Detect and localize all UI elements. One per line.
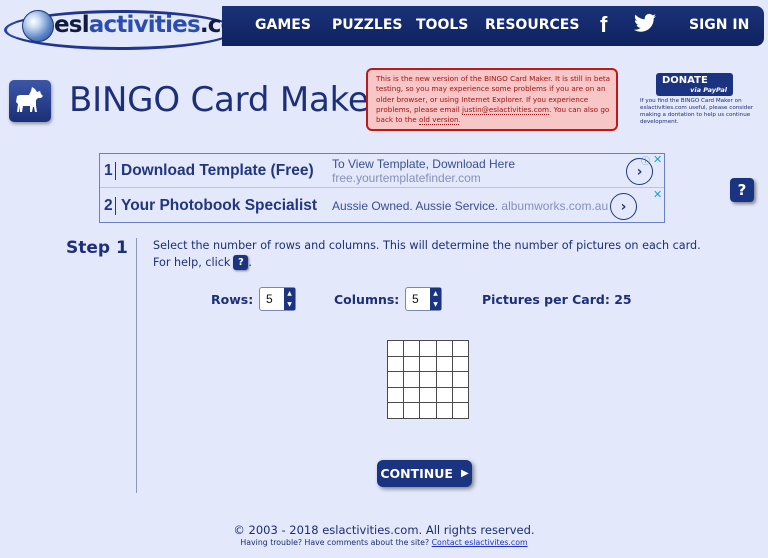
close-icon[interactable]: ✕ (653, 188, 662, 201)
increment-icon[interactable]: ▲ (433, 290, 438, 297)
pictures-per-card: Pictures per Card: 25 (482, 292, 632, 307)
chevron-right-icon[interactable]: › (610, 193, 637, 220)
grid-cell (435, 371, 453, 388)
grid-row (386, 371, 469, 388)
ad-item[interactable]: 2 Your Photobook Specialist Aussie Owned… (100, 188, 664, 223)
grid-cell (386, 371, 405, 388)
rows-input[interactable] (260, 288, 284, 310)
ad-description: To View Template, Download Here free.you… (332, 157, 515, 185)
grid-row (386, 340, 469, 357)
old-version-link[interactable]: old version (418, 115, 459, 126)
grid-cell (386, 386, 405, 404)
grid-cell (451, 340, 469, 357)
email-link[interactable]: justin@eslactivities.com (462, 104, 550, 115)
footer-help: Having trouble? Have comments about the … (240, 538, 528, 547)
stepper-buttons: ▲ ▼ (430, 288, 441, 310)
grid-cell (435, 402, 453, 419)
grid-cell (451, 355, 469, 373)
ad-title[interactable]: Download Template (Free) (121, 162, 314, 180)
help-button[interactable]: ? (730, 178, 754, 202)
ad-item[interactable]: 1 Download Template (Free) To View Templ… (100, 153, 664, 188)
page-title: BINGO Card Maker (69, 80, 383, 120)
card-grid-preview (386, 340, 469, 419)
dog-icon (9, 80, 51, 122)
grid-cell (386, 355, 405, 373)
donate-paypal-button[interactable]: DONATE via PayPal (656, 73, 733, 96)
grid-cell (419, 340, 437, 357)
pictures-count: 25 (614, 292, 632, 307)
ad-title[interactable]: Your Photobook Specialist (121, 197, 317, 215)
donate-note: If you find the BINGO Card Maker on esla… (640, 98, 754, 125)
beta-notice: This is the new version of the BINGO Car… (366, 68, 618, 131)
close-icon[interactable]: ✕ (653, 153, 662, 166)
increment-icon[interactable]: ▲ (287, 290, 292, 297)
rows-label: Rows: (211, 292, 254, 307)
inline-help-button[interactable]: ? (233, 255, 249, 270)
columns-stepper[interactable]: ▲ ▼ (405, 287, 442, 311)
grid-cell (435, 355, 453, 373)
grid-cell (419, 355, 437, 373)
grid-cell (435, 340, 453, 357)
grid-cell (419, 386, 437, 404)
main-nav: GAMES PUZZLES TOOLS RESOURCES f SIGN IN (222, 6, 764, 46)
twitter-icon[interactable] (634, 13, 656, 37)
grid-cell (403, 402, 421, 419)
rows-stepper[interactable]: ▲ ▼ (259, 287, 296, 311)
facebook-icon[interactable]: f (600, 12, 607, 38)
grid-cell (435, 386, 453, 404)
play-arrow-icon: ▶ (460, 468, 469, 479)
grid-cell (403, 340, 421, 357)
decrement-icon[interactable]: ▼ (287, 301, 292, 308)
grid-row (386, 402, 469, 419)
grid-cell (403, 371, 421, 388)
grid-cell (451, 386, 469, 404)
grid-row (386, 386, 469, 404)
ad-description: Aussie Owned. Aussie Service. albumworks… (332, 199, 609, 213)
step-label: Step 1 (66, 238, 128, 258)
ad-divider (115, 197, 116, 215)
nav-games[interactable]: GAMES (255, 17, 311, 33)
step-instructions: Select the number of rows and columns. T… (153, 239, 701, 270)
grid-cell (386, 402, 405, 419)
site-header: eslactivities.com GAMES PUZZLES TOOLS RE… (0, 0, 768, 50)
grid-row (386, 355, 469, 373)
site-logo[interactable]: eslactivities.com (4, 6, 260, 50)
grid-cell (386, 340, 405, 357)
grid-cell (419, 371, 437, 388)
grid-cell (451, 402, 469, 419)
contact-link[interactable]: Contact eslactivites.com (432, 538, 528, 547)
step-divider (136, 238, 137, 493)
grid-cell (403, 355, 421, 373)
sign-in-link[interactable]: SIGN IN (689, 17, 749, 33)
grid-cell (451, 371, 469, 388)
columns-input[interactable] (406, 288, 430, 310)
grid-cell (419, 402, 437, 419)
continue-button[interactable]: CONTINUE ▶ (377, 460, 472, 487)
decrement-icon[interactable]: ▼ (433, 301, 438, 308)
ad-banner: 1 Download Template (Free) To View Templ… (99, 153, 665, 223)
columns-label: Columns: (334, 292, 400, 307)
nav-tools[interactable]: TOOLS (416, 17, 468, 33)
stepper-buttons: ▲ ▼ (284, 288, 295, 310)
globe-icon (22, 10, 54, 42)
ad-divider (115, 162, 116, 180)
footer-copyright: © 2003 - 2018 eslactivities.com. All rig… (233, 523, 535, 537)
grid-cell (403, 386, 421, 404)
nav-puzzles[interactable]: PUZZLES (332, 17, 403, 33)
info-icon[interactable]: ⓘ (641, 154, 650, 167)
nav-resources[interactable]: RESOURCES (485, 17, 579, 33)
